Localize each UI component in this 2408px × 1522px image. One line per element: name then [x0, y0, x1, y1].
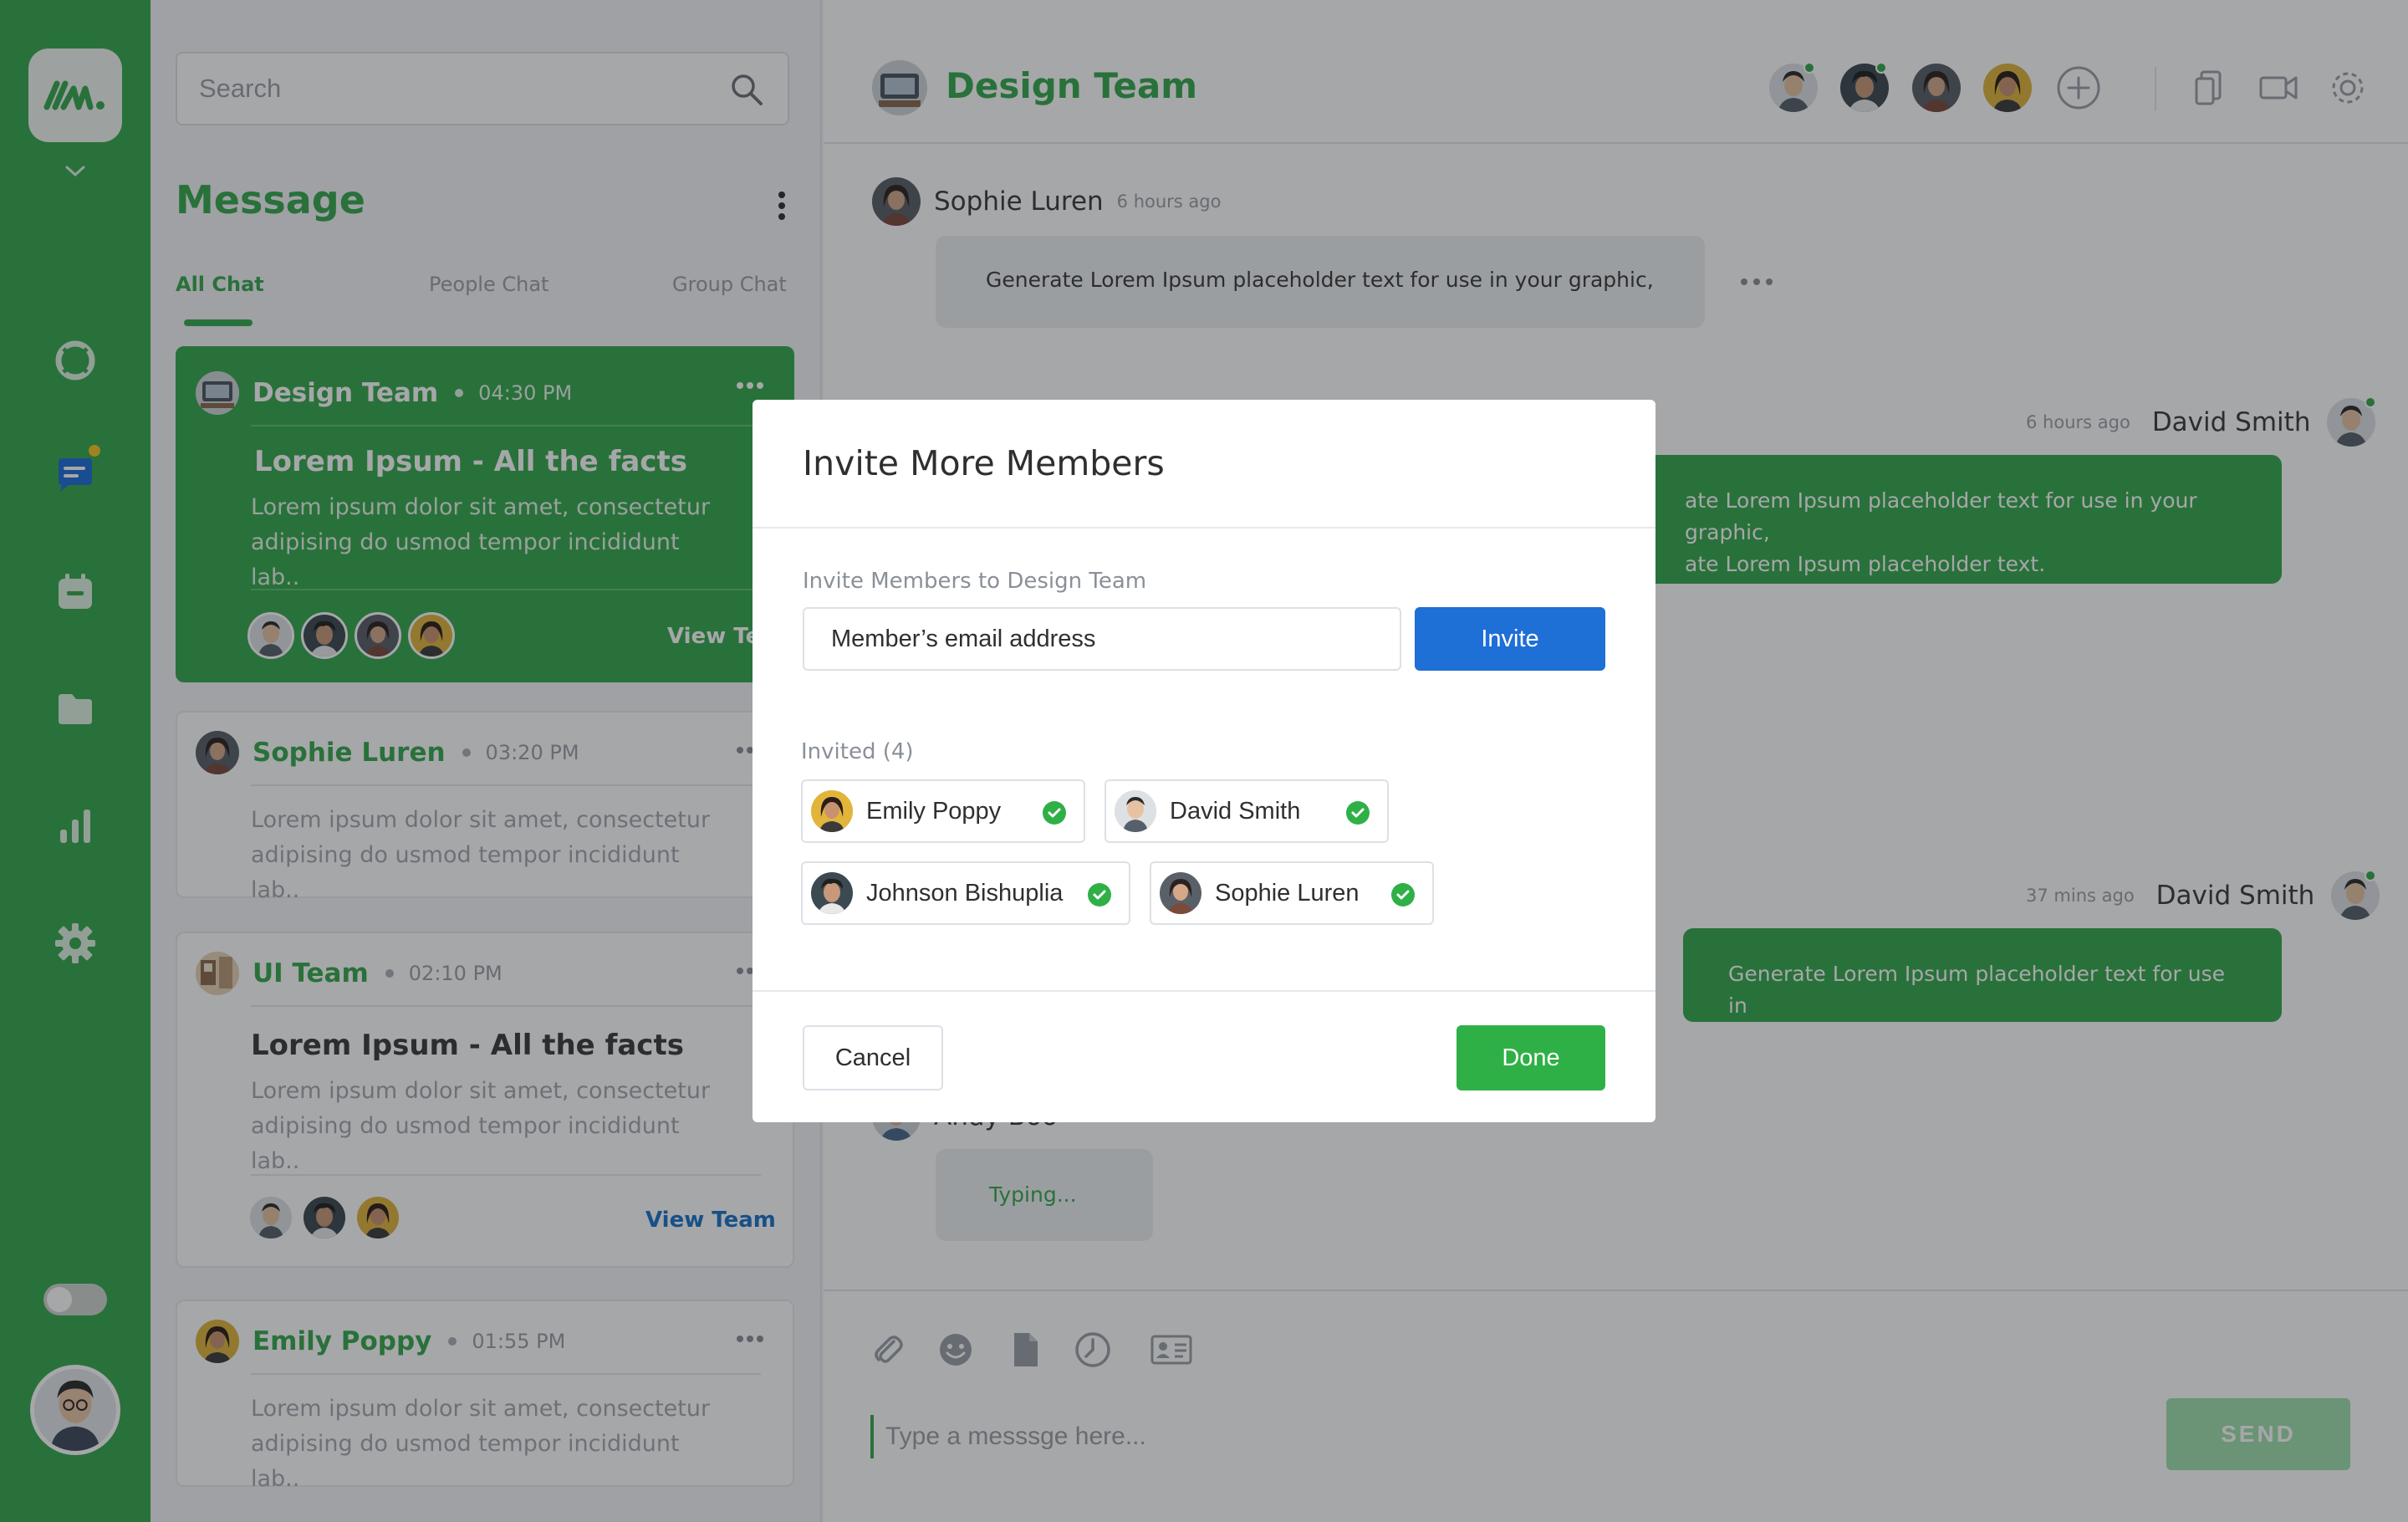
- invited-member-chip[interactable]: Johnson Bishuplia: [801, 861, 1130, 925]
- invite-members-modal: Invite More Members Invite Members to De…: [752, 400, 1656, 1122]
- check-circle-icon: [1043, 801, 1066, 825]
- member-name: Emily Poppy: [866, 797, 1002, 825]
- member-avatar: [1115, 790, 1156, 832]
- member-name: David Smith: [1170, 797, 1301, 825]
- invited-member-chip[interactable]: David Smith: [1105, 779, 1389, 843]
- cancel-button[interactable]: Cancel: [803, 1025, 943, 1090]
- invited-heading: Invited (4): [801, 739, 914, 764]
- divider: [752, 527, 1656, 529]
- member-name: Johnson Bishuplia: [866, 879, 1064, 907]
- check-circle-icon: [1346, 801, 1370, 825]
- invited-count: (4): [882, 739, 914, 764]
- member-avatar: [811, 872, 853, 914]
- check-circle-icon: [1088, 883, 1111, 907]
- invited-member-chip[interactable]: Emily Poppy: [801, 779, 1085, 843]
- email-field[interactable]: [803, 607, 1401, 671]
- member-name: Sophie Luren: [1215, 879, 1360, 907]
- modal-title: Invite More Members: [803, 443, 1165, 483]
- invite-field-label: Invite Members to Design Team: [803, 569, 1147, 594]
- invited-label: Invited: [801, 739, 876, 764]
- invited-member-chip[interactable]: Sophie Luren: [1150, 861, 1434, 925]
- invite-button[interactable]: Invite: [1415, 607, 1605, 671]
- member-avatar: [811, 790, 853, 832]
- divider: [752, 990, 1656, 992]
- member-avatar: [1160, 872, 1201, 914]
- check-circle-icon: [1391, 883, 1415, 907]
- done-button[interactable]: Done: [1457, 1025, 1605, 1090]
